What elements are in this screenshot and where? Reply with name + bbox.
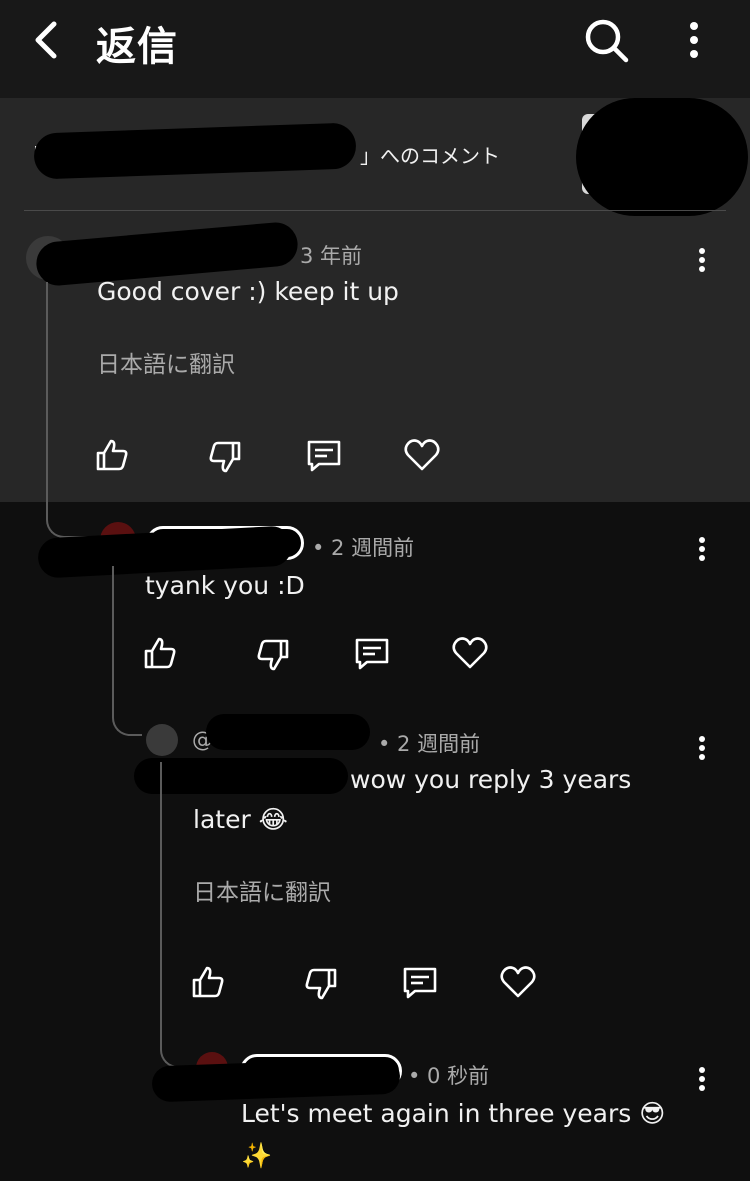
more-vertical-icon <box>699 248 705 272</box>
thread-connector <box>160 762 196 1068</box>
context-suffix: 」へのコメント <box>360 144 500 168</box>
top-app-bar: 返信 <box>0 0 750 98</box>
heart-button[interactable] <box>450 633 490 673</box>
more-options-button[interactable] <box>672 14 716 66</box>
like-button[interactable] <box>140 633 180 673</box>
reply-icon <box>403 967 437 999</box>
comment-text-line2: later 😂 <box>193 805 288 834</box>
reply-icon <box>307 440 341 472</box>
more-vertical-icon <box>690 22 698 58</box>
more-vertical-icon <box>699 736 705 760</box>
more-vertical-icon <box>699 1067 705 1091</box>
heart-button[interactable] <box>402 435 442 475</box>
reply-button[interactable] <box>304 435 344 475</box>
thumbs-down-icon <box>257 639 289 671</box>
comment-more-button[interactable] <box>690 1062 714 1098</box>
chevron-left-icon <box>35 21 57 59</box>
thumbs-down-icon <box>305 968 337 1000</box>
page-title: 返信 <box>96 24 178 70</box>
dislike-button[interactable] <box>301 964 341 1004</box>
heart-icon <box>452 637 488 669</box>
comment-timestamp: • 2 週間前 <box>312 536 415 560</box>
back-button[interactable] <box>22 16 70 64</box>
thread-connector <box>112 566 142 736</box>
redaction-thumbnail <box>576 98 748 216</box>
comment-text: Good cover :) keep it up <box>97 277 399 306</box>
divider <box>24 210 726 211</box>
heart-icon <box>404 439 440 471</box>
dislike-button[interactable] <box>205 437 245 477</box>
comment-text: tyank you :D <box>145 571 305 600</box>
comment-text-line1: wow you reply 3 years <box>350 765 632 794</box>
comment-more-button[interactable] <box>690 243 714 279</box>
redaction-handle <box>206 714 370 750</box>
reply-button[interactable] <box>400 962 440 1002</box>
comment-timestamp: 3 年前 <box>300 244 363 268</box>
thumbs-down-icon <box>209 441 241 473</box>
heart-button[interactable] <box>498 962 538 1002</box>
heart-icon <box>500 966 536 998</box>
avatar[interactable] <box>146 724 178 756</box>
thread-connector <box>46 282 102 538</box>
comment-more-button[interactable] <box>690 731 714 767</box>
comment-more-button[interactable] <box>690 532 714 568</box>
comment-timestamp: • 2 週間前 <box>378 732 481 756</box>
thumbs-up-icon <box>144 637 176 669</box>
reply-icon <box>355 638 389 670</box>
search-button[interactable] <box>580 14 632 66</box>
comment-text-line1: Let's meet again in three years 😎 <box>241 1099 666 1128</box>
translate-link[interactable]: 日本語に翻訳 <box>97 345 235 379</box>
comment-text-line2: ✨ <box>241 1141 273 1170</box>
comment-timestamp: • 0 秒前 <box>408 1064 490 1088</box>
reply-button[interactable] <box>352 633 392 673</box>
translate-link[interactable]: 日本語に翻訳 <box>193 873 331 907</box>
more-vertical-icon <box>699 537 705 561</box>
dislike-button[interactable] <box>253 635 293 675</box>
search-icon <box>585 19 629 63</box>
